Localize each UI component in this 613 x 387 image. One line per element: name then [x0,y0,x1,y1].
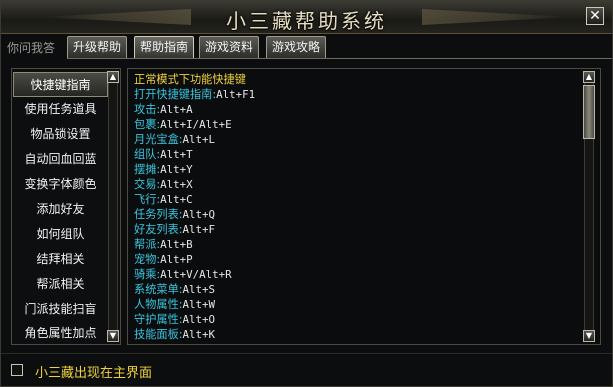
shortcut-line: 包裹:Alt+I/Alt+E [134,118,232,131]
shortcut-name: 月光宝盒 [134,133,179,146]
shortcut-name: 帮派 [134,238,157,251]
shortcut-name: 骑乘 [134,268,157,281]
tab-help-guide[interactable]: 帮助指南 [134,36,195,58]
shortcut-line: 系统菜单:Alt+S [134,283,216,296]
shortcut-name: 守护属性 [134,313,179,326]
triangle-down-icon[interactable]: ▼ [583,330,595,342]
shortcut-line: 骑乘:Alt+V/Alt+R [134,268,232,281]
show-on-main-label[interactable]: 小三藏出现在主界面 [35,362,152,381]
tab-game-data[interactable]: 游戏资料 [199,36,260,58]
shortcut-name: 攻击 [134,103,157,116]
help-window: 小三藏帮助系统 ✕ 你问我答 升级帮助 帮助指南 游戏资料 游戏攻略 快捷键指南… [0,0,613,387]
shortcut-line: 守护属性:Alt+O [134,313,216,326]
shortcut-line: 攻击:Alt+A [134,103,193,116]
shortcut-name: 打开快捷键指南 [134,88,213,101]
sidebar-item-quest-items[interactable]: 使用任务道具 [13,97,108,122]
footer: 小三藏出现在主界面 [1,353,612,387]
shortcut-line: 组队:Alt+T [134,148,193,161]
sidebar-item-attribute-points[interactable]: 角色属性加点 [13,321,108,346]
shortcut-keys: Alt+V/Alt+R [160,268,232,281]
shortcut-name: 好友列表 [134,223,179,236]
sidebar-item-shortcut-guide[interactable]: 快捷键指南 [13,72,108,97]
sidebar-item-font-color[interactable]: 变换字体颜色 [13,172,108,197]
shortcut-name: 任务列表 [134,208,179,221]
title-bar[interactable]: 小三藏帮助系统 ✕ [1,1,612,34]
shortcut-line: 月光宝盒:Alt+L [134,133,216,146]
close-icon: ✕ [589,8,601,24]
content-header: 正常模式下功能快捷键 [134,73,246,86]
shortcut-keys: Alt+Q [182,208,216,221]
shortcut-name: 飞行 [134,193,157,206]
shortcut-line: 宠物:Alt+P [134,253,193,266]
shortcut-line: 飞行:Alt+C [134,193,193,206]
tab-upgrade-help[interactable]: 升级帮助 [67,36,128,58]
scroll-thumb[interactable] [583,85,595,139]
shortcut-name: 组队 [134,148,157,161]
shortcut-keys: Alt+A [160,103,193,116]
tab-game-strategy[interactable]: 游戏攻略 [266,36,327,58]
sidebar-item-guild[interactable]: 帮派相关 [13,272,108,297]
shortcut-name: 系统菜单 [134,283,179,296]
shortcut-keys: Alt+B [160,238,193,251]
shortcut-line: 人物属性:Alt+W [134,298,216,311]
shortcut-keys: Alt+T [160,148,193,161]
topic-list-panel: 快捷键指南 使用任务道具 物品锁设置 自动回血回蓝 变换字体颜色 添加好友 如何… [11,68,121,345]
shortcut-name: 包裹 [134,118,157,131]
shortcut-keys: Alt+F [182,223,216,236]
shortcut-line: 任务列表:Alt+Q [134,208,216,221]
content-scrollbar[interactable]: ▲ ▼ [583,71,595,342]
sidebar-item-sect-skills[interactable]: 门派技能扫盲 [13,297,108,322]
shortcut-keys: Alt+I/Alt+E [160,118,232,131]
tab-divider [67,58,612,59]
shortcut-line: 摆摊:Alt+Y [134,163,193,176]
shortcut-name: 宠物 [134,253,157,266]
shortcut-keys: Alt+C [160,193,193,206]
shortcut-keys: Alt+O [182,313,216,326]
shortcut-line: 好友列表:Alt+F [134,223,216,236]
shortcut-keys: Alt+W [182,298,216,311]
shortcut-keys: Alt+K [182,328,216,341]
shortcut-line: 帮派:Alt+B [134,238,193,251]
topic-list-scrollbar[interactable]: ▲ ▼ [107,71,119,342]
shortcut-name: 交易 [134,178,157,191]
window-title: 小三藏帮助系统 [226,9,387,33]
scroll-track[interactable] [108,83,118,330]
content-panel: 正常模式下功能快捷键 打开快捷键指南:Alt+F1 攻击:Alt+A 包裹:Al… [127,68,601,345]
sidebar-item-team-up[interactable]: 如何组队 [13,222,108,247]
shortcut-name: 技能面板 [134,328,179,341]
sidebar-item-item-lock[interactable]: 物品锁设置 [13,122,108,147]
shortcut-keys: Alt+F1 [216,88,256,101]
show-on-main-checkbox[interactable] [11,364,23,376]
shortcut-line: 技能面板:Alt+K [134,328,216,341]
close-button[interactable]: ✕ [586,7,604,25]
shortcut-keys: Alt+Y [160,163,193,176]
shortcut-keys: Alt+X [160,178,193,191]
shortcut-line: 打开快捷键指南:Alt+F1 [134,88,256,101]
shortcut-name: 摆摊 [134,163,157,176]
shortcut-name: 人物属性 [134,298,179,311]
tab-faq[interactable]: 你问我答 [7,39,55,56]
sidebar-item-sworn[interactable]: 结拜相关 [13,247,108,272]
shortcut-keys: Alt+L [182,133,216,146]
sidebar-item-auto-heal[interactable]: 自动回血回蓝 [13,147,108,172]
shortcut-line: 交易:Alt+X [134,178,193,191]
shortcut-keys: Alt+P [160,253,193,266]
triangle-down-icon[interactable]: ▼ [107,330,119,342]
sidebar-item-add-friend[interactable]: 添加好友 [13,197,108,222]
shortcut-keys: Alt+S [182,283,216,296]
triangle-up-icon[interactable]: ▲ [107,71,119,83]
triangle-up-icon[interactable]: ▲ [583,71,595,83]
